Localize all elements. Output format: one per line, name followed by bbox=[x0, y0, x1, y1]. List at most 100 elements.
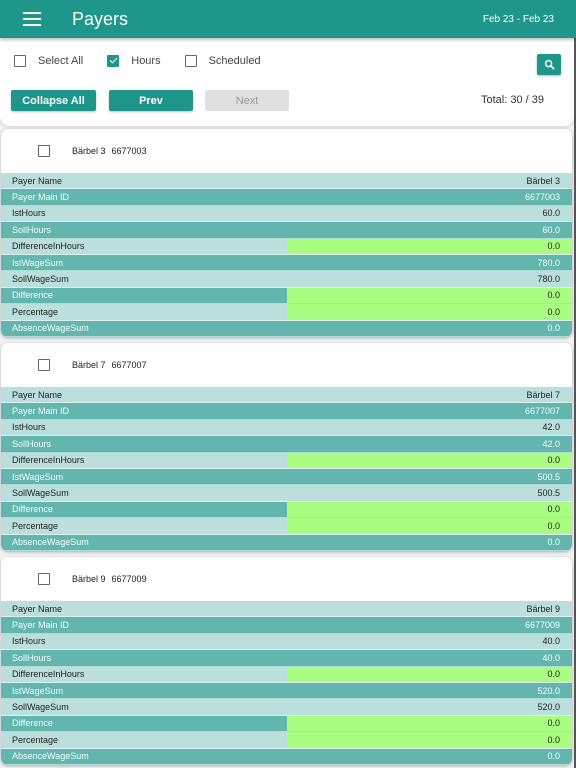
payer-select-checkbox[interactable] bbox=[38, 145, 50, 157]
detail-value: 0.0 bbox=[547, 323, 560, 334]
detail-value: 780.0 bbox=[537, 274, 560, 285]
detail-key: Difference bbox=[12, 290, 53, 301]
highlight-cell bbox=[287, 501, 572, 518]
detail-key: AbsenceWageSum bbox=[12, 537, 89, 548]
detail-row: IstHours 42.0 bbox=[1, 419, 572, 437]
detail-row: Percentage 0.0 bbox=[1, 732, 572, 749]
highlight-cell bbox=[287, 518, 572, 534]
payer-select-checkbox[interactable] bbox=[38, 359, 50, 371]
detail-row: Payer Name Bärbel 3 bbox=[1, 173, 572, 190]
payer-id: 6677009 bbox=[111, 574, 147, 584]
payer-card-header[interactable]: Bärbel 9 6677009 bbox=[1, 557, 572, 601]
detail-key: Difference bbox=[12, 504, 53, 515]
hours-checkbox[interactable] bbox=[107, 55, 120, 67]
detail-row: Payer Main ID 6677007 bbox=[1, 403, 572, 420]
payer-name: Bärbel 7 bbox=[72, 360, 106, 370]
detail-key: Payer Main ID bbox=[12, 192, 70, 203]
next-button[interactable]: Next bbox=[205, 90, 289, 111]
payer-card-header[interactable]: Bärbel 3 6677003 bbox=[1, 129, 572, 173]
detail-row: SollHours 40.0 bbox=[1, 650, 572, 667]
detail-value: 6677007 bbox=[524, 406, 560, 417]
detail-row: IstWageSum 520.0 bbox=[1, 682, 572, 700]
scheduled-checkbox[interactable] bbox=[184, 55, 197, 67]
detail-row: Payer Name Bärbel 9 bbox=[1, 601, 572, 618]
detail-key: SollHours bbox=[12, 438, 52, 449]
detail-value: 0.0 bbox=[547, 306, 560, 317]
detail-value: 60.0 bbox=[542, 208, 560, 219]
detail-row: Percentage 0.0 bbox=[1, 304, 572, 321]
payer-id: 6677007 bbox=[111, 360, 147, 370]
detail-value: Bärbel 9 bbox=[526, 603, 560, 614]
highlight-cell bbox=[287, 304, 572, 320]
date-range[interactable]: Feb 23 - Feb 23 bbox=[483, 14, 554, 25]
highlight-cell bbox=[287, 666, 572, 682]
detail-key: IstWageSum bbox=[12, 685, 64, 696]
detail-key: IstHours bbox=[12, 208, 46, 219]
detail-value: 0.0 bbox=[547, 520, 560, 531]
detail-key: Payer Name bbox=[12, 603, 63, 614]
detail-row: SollWageSum 500.5 bbox=[1, 485, 572, 502]
detail-value: 520.0 bbox=[537, 702, 560, 713]
detail-key: Payer Main ID bbox=[12, 620, 70, 631]
highlight-cell bbox=[287, 715, 572, 732]
detail-row: Payer Name Bärbel 7 bbox=[1, 387, 572, 404]
payer-select-checkbox[interactable] bbox=[38, 573, 50, 585]
detail-key: Difference bbox=[12, 718, 53, 729]
highlight-cell bbox=[287, 452, 572, 468]
detail-row: AbsenceWageSum 0.0 bbox=[1, 320, 572, 337]
detail-value: 40.0 bbox=[542, 652, 560, 663]
detail-key: IstWageSum bbox=[12, 471, 64, 482]
select-all-checkbox-item[interactable]: Select All bbox=[14, 55, 83, 67]
scheduled-checkbox-item[interactable]: Scheduled bbox=[184, 55, 261, 67]
highlight-cell bbox=[287, 732, 572, 748]
payer-card: Bärbel 9 6677009 Payer Name Bärbel 9 Payer M… bbox=[1, 557, 572, 765]
detail-row: IstHours 60.0 bbox=[1, 205, 572, 223]
detail-row: Difference 0.0 bbox=[1, 715, 572, 733]
detail-key: IstWageSum bbox=[12, 257, 64, 268]
hours-checkbox-item[interactable]: Hours bbox=[107, 55, 161, 67]
detail-value: 0.0 bbox=[547, 669, 560, 680]
detail-key: IstHours bbox=[12, 422, 46, 433]
payer-name: Bärbel 9 bbox=[72, 574, 106, 584]
hamburger-menu-icon[interactable] bbox=[23, 12, 41, 26]
payer-name: Bärbel 3 bbox=[72, 146, 106, 156]
detail-value: 780.0 bbox=[537, 257, 560, 268]
detail-key: Payer Main ID bbox=[12, 406, 70, 417]
search-button[interactable] bbox=[537, 54, 561, 75]
payer-card: Bärbel 3 6677003 Payer Name Bärbel 3 Payer M… bbox=[1, 129, 572, 337]
detail-row: Payer Main ID 6677009 bbox=[1, 617, 572, 634]
detail-row: IstHours 40.0 bbox=[1, 633, 572, 651]
detail-key: SollWageSum bbox=[12, 274, 69, 285]
detail-key: DifferenceInHours bbox=[12, 241, 85, 252]
detail-key: SollWageSum bbox=[12, 702, 69, 713]
app-bar: Payers Feb 23 - Feb 23 bbox=[0, 0, 576, 38]
detail-value: 0.0 bbox=[547, 290, 560, 301]
payer-card-header[interactable]: Bärbel 7 6677007 bbox=[1, 343, 572, 387]
prev-button[interactable]: Prev bbox=[109, 90, 193, 111]
detail-value: Bärbel 7 bbox=[526, 389, 560, 400]
detail-row: Difference 0.0 bbox=[1, 501, 572, 519]
detail-value: 520.0 bbox=[537, 685, 560, 696]
detail-value: 500.5 bbox=[537, 488, 560, 499]
detail-key: Percentage bbox=[12, 734, 59, 745]
detail-value: Bärbel 3 bbox=[526, 175, 560, 186]
detail-value: 42.0 bbox=[542, 422, 560, 433]
detail-key: AbsenceWageSum bbox=[12, 323, 89, 334]
highlight-cell bbox=[287, 287, 572, 304]
payer-id: 6677003 bbox=[111, 146, 147, 156]
detail-key: SollHours bbox=[12, 652, 52, 663]
detail-key: SollHours bbox=[12, 224, 52, 235]
detail-value: 0.0 bbox=[547, 718, 560, 729]
detail-key: SollWageSum bbox=[12, 488, 69, 499]
detail-row: SollHours 60.0 bbox=[1, 222, 572, 239]
detail-row: Difference 0.0 bbox=[1, 287, 572, 305]
collapse-all-button[interactable]: Collapse All bbox=[11, 90, 96, 111]
detail-key: DifferenceInHours bbox=[12, 455, 85, 466]
detail-value: 42.0 bbox=[542, 438, 560, 449]
detail-row: SollHours 42.0 bbox=[1, 436, 572, 453]
detail-row: SollWageSum 780.0 bbox=[1, 271, 572, 288]
detail-value: 40.0 bbox=[542, 636, 560, 647]
detail-value: 0.0 bbox=[547, 734, 560, 745]
detail-value: 0.0 bbox=[547, 504, 560, 515]
select-all-checkbox[interactable] bbox=[14, 55, 26, 67]
